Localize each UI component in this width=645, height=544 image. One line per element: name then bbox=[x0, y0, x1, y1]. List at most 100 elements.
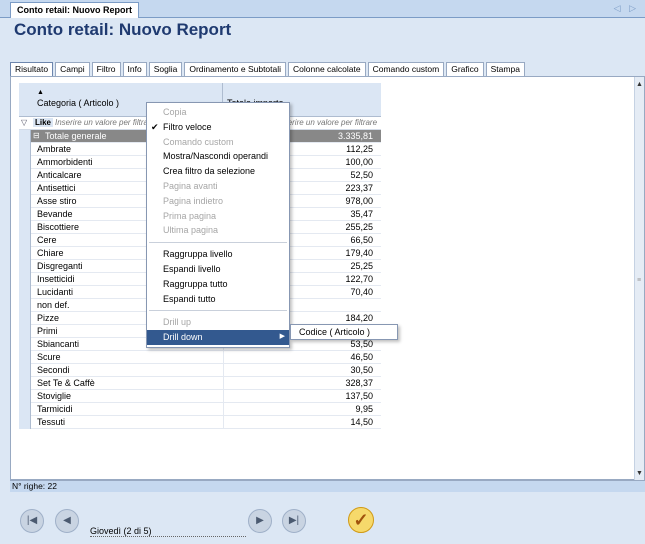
row-selector[interactable] bbox=[19, 325, 31, 338]
row-selector[interactable] bbox=[19, 403, 31, 416]
cell-categoria: Antisettici bbox=[37, 183, 76, 193]
menu-item-label: Pagina indietro bbox=[163, 195, 224, 206]
next-page-button[interactable]: ▶ bbox=[248, 509, 272, 533]
menu-item-ultima-pagina[interactable]: Ultima pagina bbox=[147, 223, 289, 238]
tab-info[interactable]: Info bbox=[122, 62, 147, 76]
row-selector[interactable] bbox=[19, 364, 31, 377]
confirm-check-icon[interactable]: ✓ bbox=[348, 507, 374, 533]
cell-categoria: Bevande bbox=[37, 209, 73, 219]
cell-totale: 9,95 bbox=[355, 404, 373, 414]
row-selector[interactable] bbox=[19, 286, 31, 299]
tab-campi[interactable]: Campi bbox=[55, 62, 90, 76]
filter-input-categoria[interactable]: Inserire un valore per filtrare bbox=[55, 118, 155, 127]
row-selector[interactable] bbox=[19, 221, 31, 234]
cell-categoria: Asse stiro bbox=[37, 196, 77, 206]
row-selector[interactable] bbox=[19, 260, 31, 273]
row-selector[interactable] bbox=[19, 390, 31, 403]
menu-item-mostra-nascondi-operandi[interactable]: Mostra/Nascondi operandi bbox=[147, 149, 289, 164]
table-row[interactable]: Tessuti 14,50 bbox=[19, 416, 381, 429]
row-selector[interactable] bbox=[19, 195, 31, 208]
row-selector[interactable] bbox=[19, 156, 31, 169]
cell-totale: 255,25 bbox=[345, 222, 373, 232]
menu-item-pagina-avanti[interactable]: Pagina avanti bbox=[147, 179, 289, 194]
menu-item-comando-custom[interactable]: Comando custom bbox=[147, 135, 289, 150]
menu-item-raggruppa-livello[interactable]: Raggruppa livello bbox=[147, 247, 289, 262]
cell-totale: 52,50 bbox=[350, 170, 373, 180]
menu-item-label: Espandi livello bbox=[163, 263, 221, 274]
menu-item-pagina-indietro[interactable]: Pagina indietro bbox=[147, 194, 289, 209]
row-selector[interactable] bbox=[19, 247, 31, 260]
menu-item-espandi-livello[interactable]: Espandi livello bbox=[147, 262, 289, 277]
menu-item-filtro-veloce[interactable]: ✔ Filtro veloce bbox=[147, 120, 289, 135]
row-selector[interactable] bbox=[19, 234, 31, 247]
previous-page-button[interactable]: ◀ bbox=[55, 509, 79, 533]
result-panel: Categoria ( Articolo ) ▲ Totale importo … bbox=[10, 76, 645, 481]
menu-item-label: Espandi tutto bbox=[163, 293, 216, 304]
tab-colonne-calcolate[interactable]: Colonne calcolate bbox=[288, 62, 366, 76]
scroll-down-icon[interactable]: ▼ bbox=[636, 470, 643, 477]
menu-item-copia[interactable]: Copia bbox=[147, 105, 289, 120]
menu-item-label: Pagina avanti bbox=[163, 180, 218, 191]
tab-scroll-arrows-icon[interactable]: ◁ ▷ bbox=[614, 3, 639, 14]
row-selector[interactable] bbox=[19, 312, 31, 325]
cell-categoria: Disgreganti bbox=[37, 261, 83, 271]
row-selector[interactable] bbox=[19, 351, 31, 364]
cell-totale: 53,50 bbox=[350, 339, 373, 349]
cell-categoria: Stoviglie bbox=[37, 391, 72, 401]
cell-categoria: Sbiancanti bbox=[37, 339, 80, 349]
menu-item-drill-up[interactable]: Drill up bbox=[147, 315, 289, 330]
menu-item-raggruppa-tutto[interactable]: Raggruppa tutto bbox=[147, 277, 289, 292]
menu-item-prima-pagina[interactable]: Prima pagina bbox=[147, 209, 289, 224]
collapse-icon[interactable]: ⊟ bbox=[33, 131, 40, 140]
row-selector[interactable] bbox=[19, 130, 31, 143]
row-selector[interactable] bbox=[19, 169, 31, 182]
row-selector[interactable] bbox=[19, 377, 31, 390]
table-row[interactable]: Secondi 30,50 bbox=[19, 364, 381, 377]
menu-item-label: Drill up bbox=[163, 317, 192, 328]
filter-icon[interactable]: ▽ bbox=[21, 118, 27, 127]
submenu-item-codice-articolo[interactable]: Codice ( Articolo ) bbox=[290, 324, 398, 340]
cell-totale: 66,50 bbox=[350, 235, 373, 245]
filter-operator[interactable]: Like bbox=[33, 118, 54, 127]
scroll-grip-icon[interactable]: ≡ bbox=[637, 277, 641, 284]
filter-input-totale[interactable]: Inserire un valore per filtrare bbox=[277, 118, 377, 127]
menu-item-label: Drill down bbox=[163, 332, 203, 343]
table-row[interactable]: Scure 46,50 bbox=[19, 351, 381, 364]
submenu-arrow-icon: ▶ bbox=[279, 333, 285, 341]
row-selector[interactable] bbox=[19, 338, 31, 351]
table-row[interactable]: Set Te & Caffè 328,37 bbox=[19, 377, 381, 390]
cell-totale: 978,00 bbox=[345, 196, 373, 206]
row-selector[interactable] bbox=[19, 182, 31, 195]
cell-totale: 137,50 bbox=[345, 391, 373, 401]
document-tab[interactable]: Conto retail: Nuovo Report bbox=[10, 2, 139, 18]
cell-categoria: Set Te & Caffè bbox=[37, 378, 95, 388]
tab-filtro[interactable]: Filtro bbox=[91, 62, 121, 76]
row-selector[interactable] bbox=[19, 416, 31, 429]
menu-item-drill-down[interactable]: Drill down ▶ bbox=[147, 330, 289, 345]
cell-totale: 179,40 bbox=[345, 248, 373, 258]
table-row[interactable]: Stoviglie 137,50 bbox=[19, 390, 381, 403]
scroll-up-icon[interactable]: ▲ bbox=[636, 81, 643, 88]
context-menu: Copia ✔ Filtro veloce Comando custom Mostra/… bbox=[146, 102, 290, 348]
cell-totale: 46,50 bbox=[350, 352, 373, 362]
row-selector[interactable] bbox=[19, 208, 31, 221]
tab-stampa[interactable]: Stampa bbox=[485, 62, 525, 76]
last-page-button[interactable]: ▶| bbox=[282, 509, 306, 533]
vertical-scrollbar[interactable]: ▲ ≡ ▼ bbox=[634, 77, 644, 481]
row-selector[interactable] bbox=[19, 273, 31, 286]
first-page-button[interactable]: |◀ bbox=[20, 509, 44, 533]
tab-risultato[interactable]: Risultato bbox=[10, 62, 54, 76]
cell-totale: 35,47 bbox=[350, 209, 373, 219]
tab-ordinamento-e-subtotali[interactable]: Ordinamento e Subtotali bbox=[184, 62, 287, 76]
tab-grafico[interactable]: Grafico bbox=[446, 62, 484, 76]
cell-totale: 14,50 bbox=[350, 417, 373, 427]
menu-item-crea-filtro-da-selezione[interactable]: Crea filtro da selezione bbox=[147, 164, 289, 179]
tab-soglia[interactable]: Soglia bbox=[148, 62, 183, 76]
menu-item-espandi-tutto[interactable]: Espandi tutto bbox=[147, 292, 289, 307]
table-row[interactable]: Tarmicidi 9,95 bbox=[19, 403, 381, 416]
tab-comando-custom[interactable]: Comando custom bbox=[367, 62, 445, 76]
cell-totale: 184,20 bbox=[345, 313, 373, 323]
row-selector[interactable] bbox=[19, 299, 31, 312]
menu-item-label: Filtro veloce bbox=[163, 121, 212, 132]
row-selector[interactable] bbox=[19, 143, 31, 156]
